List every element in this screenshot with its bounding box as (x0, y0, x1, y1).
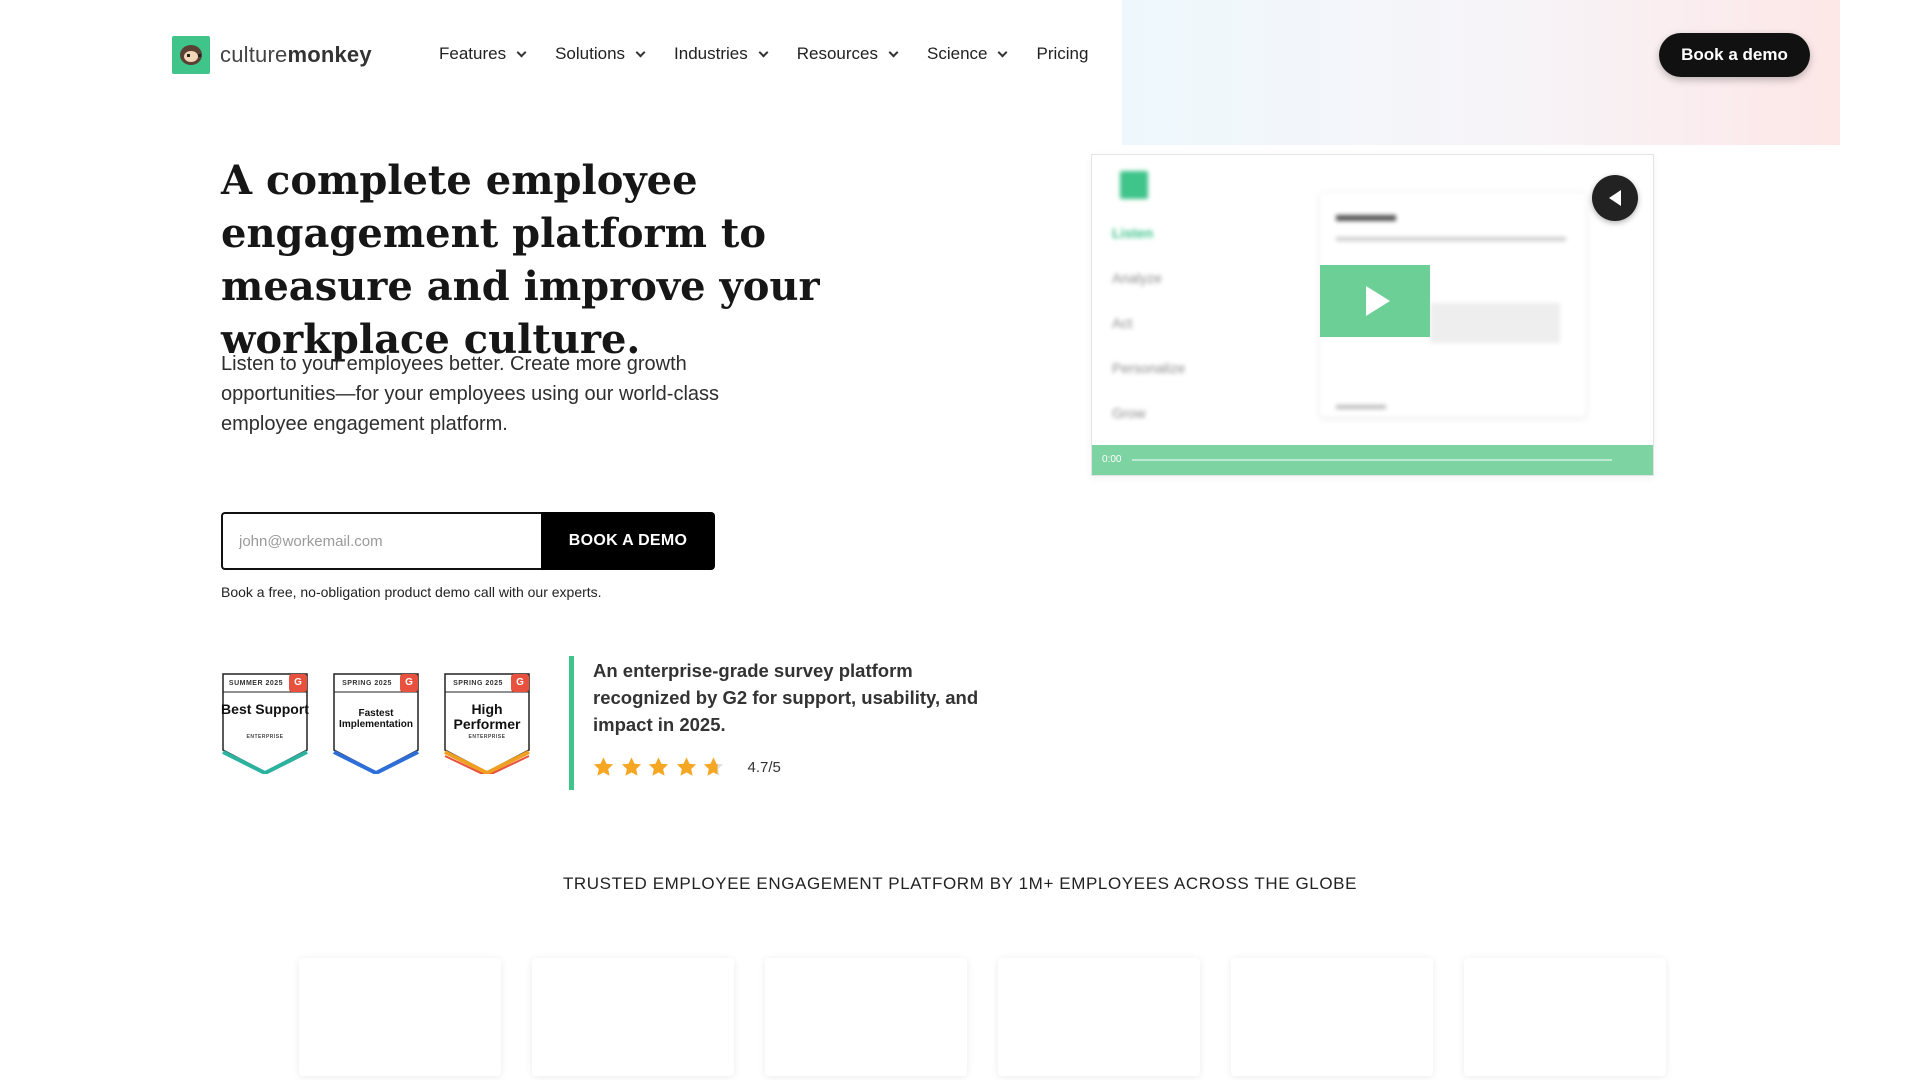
nav-item-solutions[interactable]: Solutions (555, 44, 646, 64)
book-demo-button[interactable]: BOOK A DEMO (541, 512, 715, 570)
video-progress-bar[interactable]: 0:00 (1092, 445, 1653, 475)
g2-badge-best-support: G SUMMER 2025 Best Support ENTERPRISE (221, 672, 309, 774)
badge-subtitle: ENTERPRISE (468, 734, 506, 740)
customer-logos (299, 958, 1697, 1076)
brand-logo[interactable]: culturemonkey (172, 36, 372, 74)
star-half-icon (703, 757, 724, 776)
g2-badge-fastest-implementation: G SPRING 2025 Fastest Implementation (332, 672, 420, 774)
star-icon (621, 757, 641, 776)
badge-title: Best Support (221, 701, 309, 717)
demo-form-note: Book a free, no-obligation product demo … (221, 584, 602, 600)
video-menu-item: Act (1112, 315, 1133, 331)
nav-item-features[interactable]: Features (439, 44, 527, 64)
chevron-down-icon (888, 47, 899, 57)
customer-logo-card (1464, 958, 1666, 1076)
video-menu-item: Grow (1112, 405, 1146, 421)
nav-item-pricing[interactable]: Pricing (1036, 44, 1088, 64)
demo-signup-form: BOOK A DEMO (221, 512, 715, 570)
chevron-down-icon (998, 47, 1008, 57)
customer-logo-card (998, 958, 1200, 1076)
customer-logo-card (765, 958, 967, 1076)
video-menu-item: Listen (1112, 225, 1154, 241)
badge-title: High Performer (453, 701, 521, 732)
work-email-input[interactable] (221, 512, 541, 570)
hero-headline: A complete employee engagement platform … (221, 157, 820, 363)
star-icon (648, 757, 669, 776)
star-icon (676, 757, 696, 776)
accent-divider (569, 656, 574, 790)
g2-logo-icon: G (400, 674, 418, 692)
play-icon[interactable] (1320, 265, 1430, 337)
brand-wordmark: culturemonkey (220, 42, 372, 67)
badge-season: SPRING 2025 (453, 680, 503, 687)
monkey-logo-icon (172, 36, 210, 74)
chevron-down-icon (758, 47, 769, 57)
product-demo-video[interactable]: Listen Analyze Act Personalize Grow 0:00 (1091, 154, 1654, 476)
badge-subtitle: ENTERPRISE (246, 734, 284, 740)
badge-title: Fastest Implementation (339, 708, 413, 730)
g2-badges: G SUMMER 2025 Best Support ENTERPRISE G … (221, 672, 554, 774)
g2-badge-high-performer: G SPRING 2025 High Performer ENTERPRISE (443, 672, 531, 774)
top-navigation: culturemonkey Features Solutions Industr… (0, 0, 1920, 110)
nav-item-science[interactable]: Science (927, 44, 1008, 64)
nav-item-industries[interactable]: Industries (674, 44, 769, 64)
g2-logo-icon: G (289, 674, 307, 692)
main-menu: Features Solutions Industries Resources … (439, 44, 1118, 64)
customer-logo-card (299, 958, 501, 1076)
star-icon (593, 757, 614, 776)
star-rating: 4.7/5 (592, 756, 781, 778)
nav-item-resources[interactable]: Resources (797, 44, 899, 64)
g2-recognition-text: An enterprise-grade survey platform reco… (593, 660, 979, 735)
video-time: 0:00 (1102, 454, 1122, 465)
customer-logo-card (532, 958, 734, 1076)
speaker-icon[interactable] (1592, 175, 1638, 221)
video-menu-item: Personalize (1112, 360, 1186, 376)
g2-logo-icon: G (511, 674, 529, 692)
book-demo-nav-button[interactable]: Book a demo (1659, 33, 1810, 77)
rating-value: 4.7/5 (747, 758, 781, 776)
badge-season: SPRING 2025 (342, 680, 392, 687)
video-menu-item: Analyze (1112, 270, 1162, 286)
chevron-down-icon (635, 47, 646, 57)
hero-subtext: Listen to your employees better. Create … (221, 353, 720, 435)
badge-season: SUMMER 2025 (228, 680, 284, 687)
monkey-logo-icon (1120, 171, 1148, 199)
video-sidebar-menu: Listen Analyze Act Personalize Grow (1112, 225, 1185, 450)
trust-heading: TRUSTED EMPLOYEE ENGAGEMENT PLATFORM BY … (562, 874, 1358, 893)
chevron-down-icon (516, 47, 527, 57)
customer-logo-card (1231, 958, 1433, 1076)
